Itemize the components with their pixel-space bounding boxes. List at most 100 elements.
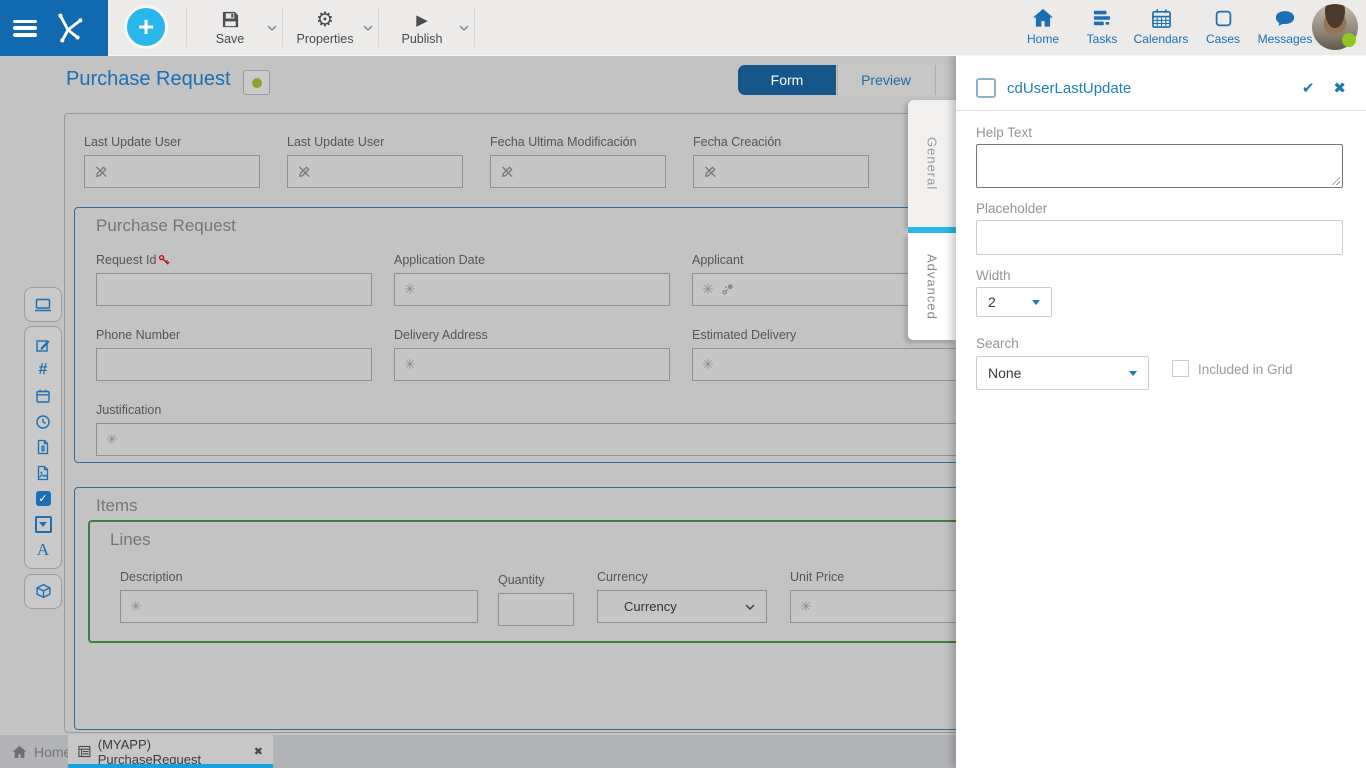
field-input[interactable]: ✳ — [394, 348, 670, 381]
form-status-button[interactable] — [243, 70, 270, 95]
tasks-icon — [1073, 6, 1131, 30]
field-last-update-user-2: Last Update User — [287, 135, 463, 188]
field-input[interactable] — [84, 155, 260, 188]
included-in-grid-checkbox[interactable] — [1172, 360, 1189, 377]
field-input[interactable]: ✳ — [692, 348, 968, 381]
field-fecha-ultima-modificacion: Fecha Ultima Modificación — [490, 135, 666, 188]
messages-icon — [1252, 6, 1318, 30]
nav-messages[interactable]: Messages — [1252, 6, 1318, 46]
field-label: Phone Number — [96, 328, 372, 342]
field-label: Quantity — [498, 573, 574, 587]
active-tab-indicator — [908, 227, 956, 233]
apply-icon[interactable]: ✔ — [1302, 79, 1315, 97]
nav-calendars-label: Calendars — [1128, 32, 1194, 46]
bottom-tab-label: (MYAPP) PurchaseRequest — [98, 737, 244, 767]
view-tab-preview[interactable]: Preview — [837, 65, 934, 95]
placeholder-input[interactable] — [976, 220, 1343, 255]
field-input[interactable] — [498, 593, 574, 626]
panel-field-name: cdUserLastUpdate — [1007, 80, 1131, 97]
palette-box-top — [24, 287, 62, 322]
field-input[interactable] — [287, 155, 463, 188]
clock-icon[interactable] — [32, 411, 54, 433]
resize-grip[interactable] — [1331, 176, 1340, 185]
placeholder-label: Placeholder — [976, 201, 1047, 216]
publish-button[interactable]: ▶ Publish — [390, 7, 454, 51]
bottom-home-tab[interactable]: Home — [12, 735, 71, 768]
active-tab-underline — [68, 764, 273, 768]
properties-button[interactable]: ⚙ Properties — [292, 7, 358, 51]
nav-home[interactable]: Home — [1014, 6, 1072, 46]
edit-icon[interactable] — [32, 334, 54, 356]
width-select[interactable]: 2 — [976, 287, 1052, 317]
field-input[interactable] — [96, 348, 372, 381]
view-tab-partial[interactable] — [935, 65, 956, 95]
search-select[interactable]: None — [976, 356, 1149, 390]
publish-play-icon: ▶ — [390, 7, 454, 29]
field-label: Currency — [597, 570, 767, 584]
field-input[interactable]: ✳ — [96, 423, 986, 456]
field-phone-number: Phone Number — [96, 328, 372, 381]
toolbar-divider — [378, 8, 379, 47]
checkbox-icon[interactable]: ✓ — [32, 488, 54, 510]
required-icon: ✳ — [702, 283, 714, 297]
nav-cases[interactable]: Cases — [1194, 6, 1252, 46]
tab-close-icon[interactable]: ✖ — [254, 745, 263, 758]
field-input[interactable] — [693, 155, 869, 188]
form-document-icon — [78, 745, 91, 758]
add-button[interactable]: + — [124, 5, 168, 49]
required-icon: ✳ — [702, 358, 714, 372]
text-label-icon[interactable]: A — [32, 539, 54, 561]
field-request-id: Request Id — [96, 253, 372, 306]
required-icon: ✳ — [404, 283, 416, 297]
field-input[interactable]: ✳ — [120, 590, 478, 623]
readonly-pencil-icon — [94, 164, 109, 179]
nav-calendars[interactable]: Calendars — [1128, 6, 1194, 46]
field-currency: Currency Currency — [597, 570, 767, 623]
group-title: Lines — [110, 530, 151, 550]
page-title: Purchase Request — [66, 68, 231, 91]
group-title: Items — [96, 496, 138, 516]
top-toolbar: + Save ⚙ Properties ▶ Publish — [0, 0, 1366, 56]
field-select-checkbox[interactable] — [976, 78, 996, 98]
search-select-value: None — [988, 365, 1021, 381]
save-button[interactable]: Save — [198, 7, 262, 51]
palette-box-bottom — [24, 574, 62, 609]
number-icon[interactable]: # — [32, 359, 54, 381]
publish-label: Publish — [390, 32, 454, 46]
close-icon[interactable]: ✖ — [1333, 79, 1346, 97]
file-icon[interactable] — [32, 436, 54, 458]
readonly-pencil-icon — [500, 164, 515, 179]
cube-icon[interactable] — [32, 581, 54, 603]
tab-advanced-label: Advanced — [925, 254, 940, 320]
tab-advanced[interactable]: Advanced — [908, 233, 956, 340]
group-title: Purchase Request — [96, 216, 236, 236]
image-icon[interactable] — [32, 462, 54, 484]
help-text-textarea[interactable] — [976, 144, 1343, 188]
view-tab-form[interactable]: Form — [738, 65, 836, 95]
width-select-value: 2 — [988, 294, 996, 310]
monitor-icon[interactable] — [32, 294, 54, 316]
field-input[interactable]: ✳ — [394, 273, 670, 306]
field-input[interactable] — [96, 273, 372, 306]
field-justification: Justification ✳ — [96, 403, 986, 456]
tab-general-label: General — [925, 137, 940, 190]
bizagi-logo-icon[interactable] — [49, 9, 87, 47]
required-icon: ✳ — [800, 600, 812, 614]
properties-dropdown-chevron[interactable] — [362, 19, 374, 37]
nav-tasks-label: Tasks — [1073, 32, 1131, 46]
menu-icon[interactable] — [13, 20, 37, 37]
tab-general[interactable]: General — [908, 100, 956, 227]
publish-dropdown-chevron[interactable] — [458, 19, 470, 37]
required-icon: ✳ — [404, 358, 416, 372]
status-dot-icon — [252, 78, 262, 88]
save-dropdown-chevron[interactable] — [266, 19, 278, 37]
field-label: Last Update User — [84, 135, 260, 149]
nav-tasks[interactable]: Tasks — [1073, 6, 1131, 46]
currency-select[interactable]: Currency — [597, 590, 767, 623]
currency-select-value: Currency — [624, 599, 677, 614]
calendar-icon[interactable] — [32, 385, 54, 407]
field-label: Delivery Address — [394, 328, 670, 342]
combobox-icon[interactable] — [32, 513, 54, 535]
field-input[interactable] — [490, 155, 666, 188]
toolbar-divider — [282, 8, 283, 47]
